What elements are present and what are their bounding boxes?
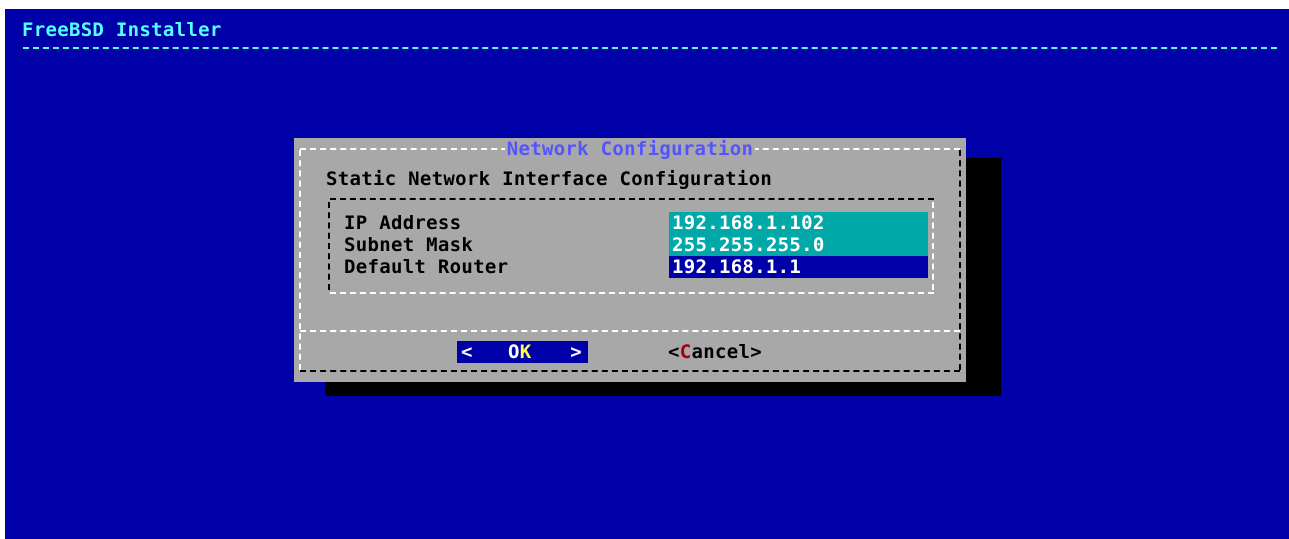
ok-button[interactable]: < OK > xyxy=(457,341,588,363)
ok-button-label: O xyxy=(508,341,520,363)
default-router-field[interactable] xyxy=(669,256,928,278)
ip-address-field[interactable] xyxy=(669,212,928,234)
cancel-button-label: ancel xyxy=(691,341,751,363)
subnet-mask-label: Subnet Mask xyxy=(344,234,474,256)
ok-button-left-bracket: < xyxy=(461,341,473,363)
dialog-border-bottom xyxy=(300,370,960,372)
backtitle: FreeBSD Installer xyxy=(22,19,222,41)
dialog-border-left xyxy=(299,150,301,370)
cancel-button[interactable]: <Cancel> xyxy=(668,341,762,363)
ip-address-label: IP Address xyxy=(344,212,462,234)
cancel-button-open: < xyxy=(668,341,680,363)
form-row-default-router: Default Router xyxy=(344,256,944,278)
form-row-ip-address: IP Address xyxy=(344,212,944,234)
cancel-button-hotkey: C xyxy=(679,341,692,363)
default-router-label: Default Router xyxy=(344,256,509,278)
network-configuration-dialog: Network Configuration Static Network Int… xyxy=(294,138,966,382)
subnet-mask-field[interactable] xyxy=(669,234,928,256)
form-box: IP Address Subnet Mask Default Router xyxy=(326,198,938,294)
dialog-subtitle: Static Network Interface Configuration xyxy=(326,168,773,190)
cancel-button-close: > xyxy=(750,341,762,363)
form-row-subnet-mask: Subnet Mask xyxy=(344,234,944,256)
dialog-border-right xyxy=(959,150,961,370)
dialog-title: Network Configuration xyxy=(504,138,756,160)
backtitle-divider xyxy=(23,47,1277,49)
installer-screen: FreeBSD Installer Network Configuration … xyxy=(5,9,1289,539)
ok-button-hotkey: K xyxy=(519,341,532,363)
dialog-button-separator xyxy=(300,330,960,332)
ok-button-right-bracket: > xyxy=(570,341,582,363)
